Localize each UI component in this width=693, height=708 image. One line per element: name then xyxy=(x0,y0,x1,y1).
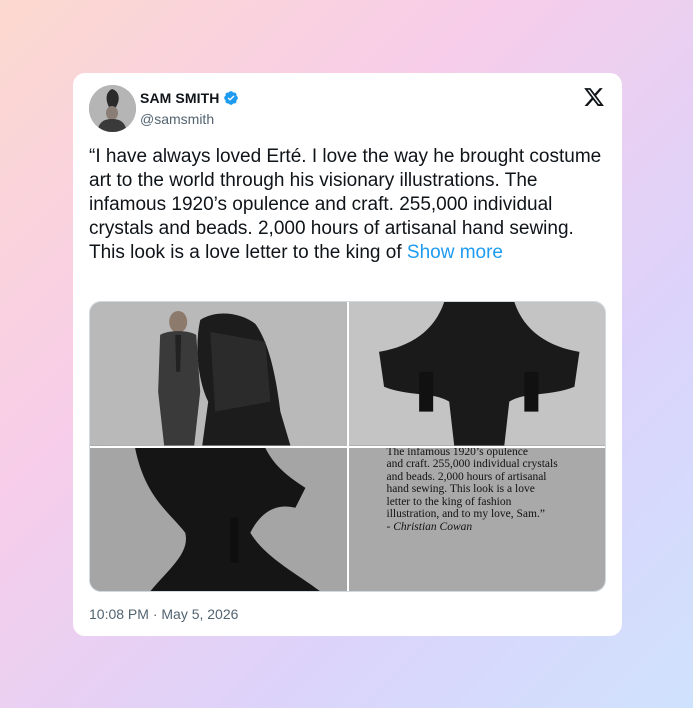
media-photo-4-quote[interactable]: The infamous 1920’s opulence and craft. … xyxy=(348,447,605,591)
media-grid: The infamous 1920’s opulence and craft. … xyxy=(89,301,606,592)
avatar-image xyxy=(89,85,136,132)
avatar[interactable] xyxy=(89,85,136,132)
media-photo-2[interactable] xyxy=(348,302,605,446)
tweet-text: “I have always loved Erté. I love the wa… xyxy=(89,145,609,265)
media-photo-3[interactable] xyxy=(90,447,347,591)
photo-gown-side xyxy=(90,447,347,591)
tweet-timestamp[interactable]: 10:08 PM · May 5, 2026 xyxy=(89,606,238,622)
photo-two-figures xyxy=(90,302,347,446)
tweet-body: “I have always loved Erté. I love the wa… xyxy=(89,146,602,263)
tweet-card: SAM SMITH @samsmith “I have always loved… xyxy=(73,73,622,636)
quote-line: illustration, and to my love, Sam.” xyxy=(386,508,545,521)
photo-gown-detail xyxy=(348,302,605,446)
quote-line: hand sewing. This look is a love xyxy=(386,483,535,496)
author-name[interactable]: SAM SMITH xyxy=(140,90,219,106)
media-photo-1[interactable] xyxy=(90,302,347,446)
quote-text-block: The infamous 1920’s opulence and craft. … xyxy=(387,448,597,534)
quote-line: and craft. 255,000 individual crystals xyxy=(386,458,558,471)
verified-badge-icon xyxy=(223,90,239,106)
author-name-row: SAM SMITH xyxy=(140,90,239,106)
quote-line: The infamous 1920’s opulence xyxy=(386,447,528,458)
show-more-link[interactable]: Show more xyxy=(407,242,503,263)
quote-line: letter to the king of fashion xyxy=(386,495,512,508)
x-logo-icon[interactable] xyxy=(583,86,605,108)
quote-line: and beads. 2,000 hours of artisanal xyxy=(386,470,547,483)
quote-signature: - Christian Cowan xyxy=(386,521,473,534)
author-handle[interactable]: @samsmith xyxy=(140,111,214,127)
